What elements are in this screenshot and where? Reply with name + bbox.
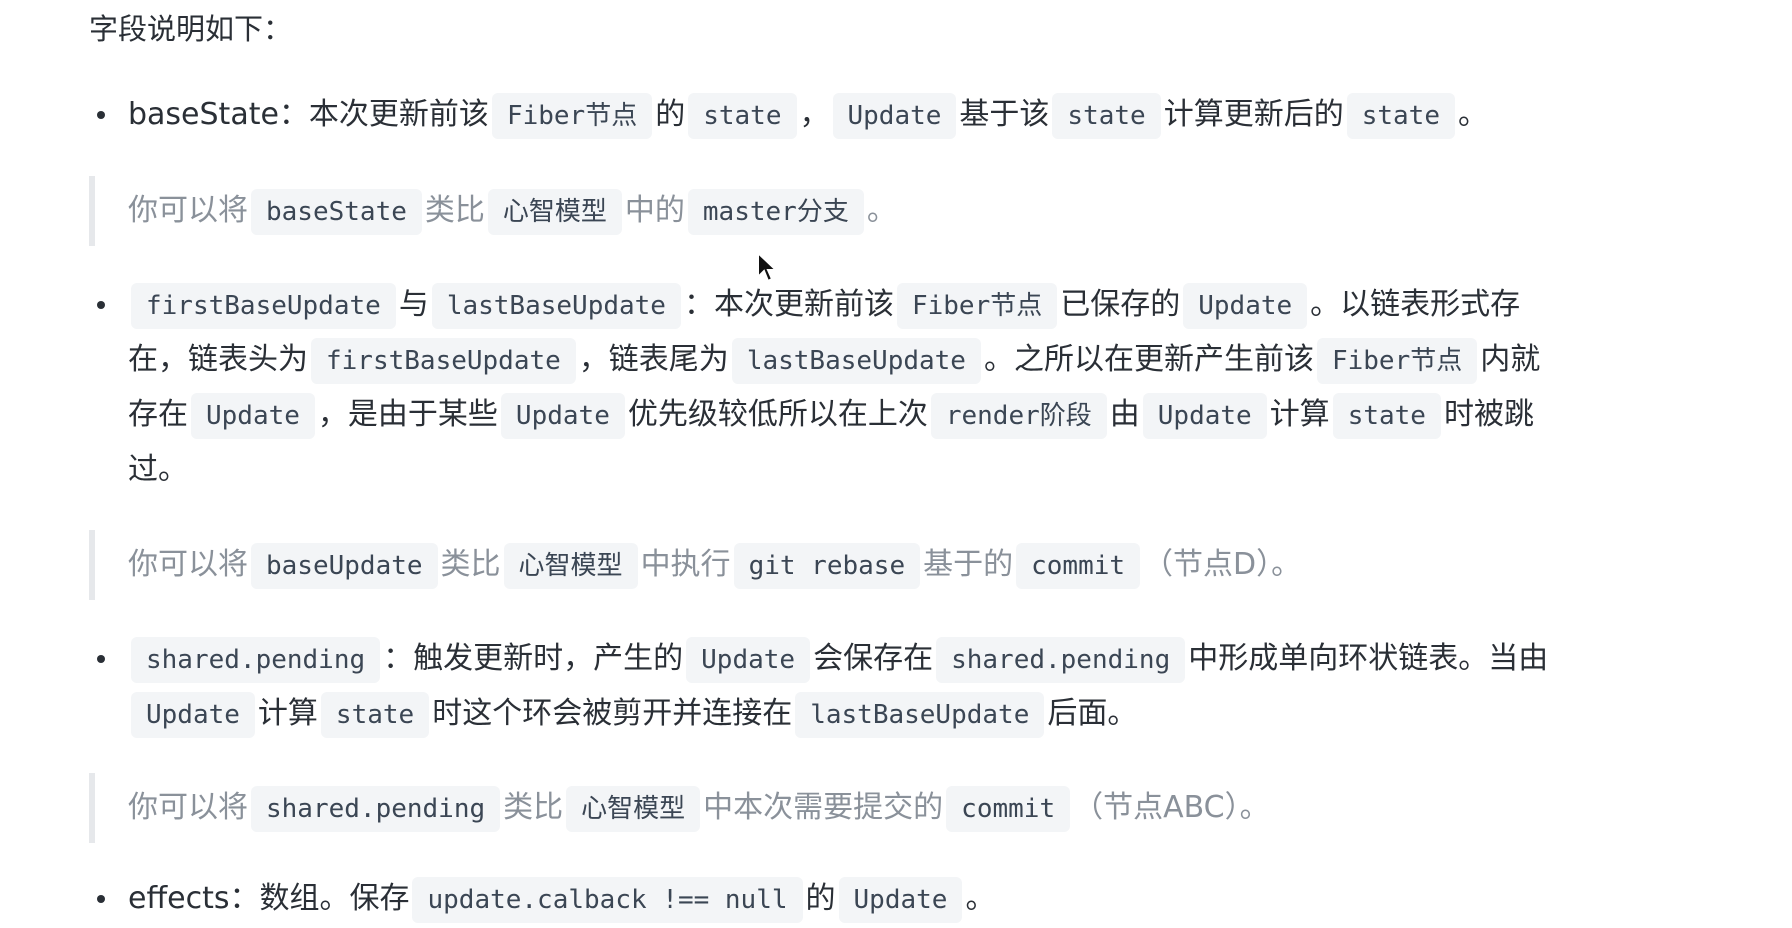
text-run: 优先级较低所以在上次: [627, 397, 928, 432]
text-run: 中形成单向环状链表。当由: [1188, 641, 1549, 676]
text-run: 计算更新后的: [1163, 97, 1344, 132]
text-run: 你可以将: [128, 790, 248, 825]
text-run: 会保存在: [813, 641, 934, 676]
doc-page: 字段说明如下： baseState：本次更新前该 Fiber节点的 state， Up…: [0, 0, 1792, 928]
list-item-effects: effects：数组。保存 update.calback !== null 的 Upd…: [97, 872, 1558, 927]
text-run: 已保存的: [1060, 287, 1181, 322]
text-run: baseState：本次更新前该: [128, 97, 489, 132]
bullet-dot: [97, 895, 105, 903]
inline-code: shared.pending: [936, 637, 1186, 683]
text-run: 计算: [1269, 397, 1330, 432]
text-run: （节点ABC）。: [1073, 790, 1270, 825]
text-run: 类比: [424, 193, 485, 228]
text-run: 类比: [440, 547, 501, 582]
inline-code: shared.pending: [131, 637, 381, 683]
blockquote-shared-pending: 你可以将 shared.pending 类比 心智模型 中本次需要提交的 commit （节…: [89, 773, 1588, 843]
inline-code: baseState: [251, 189, 422, 235]
text-run: 中的: [624, 193, 685, 228]
inline-code: Update: [500, 393, 625, 439]
text-run: 的: [655, 97, 686, 132]
text-run: 与: [398, 287, 429, 322]
inline-code: lastBaseUpdate: [431, 283, 681, 329]
inline-code: Update: [191, 393, 315, 439]
list-item-content: firstBaseUpdate 与 lastBaseUpdate ：本次更新前该 Fib…: [128, 283, 1540, 487]
inline-code: commit: [1016, 543, 1141, 589]
inline-code: Update: [686, 637, 811, 683]
inline-code: state: [688, 93, 797, 139]
text-run: 基于该: [959, 97, 1050, 132]
text-run: 计算: [257, 696, 318, 731]
inline-code: 心智模型: [503, 543, 638, 589]
inline-code: git rebase: [733, 543, 921, 589]
bullet-dot: [97, 301, 105, 309]
inline-code: 心智模型: [566, 786, 701, 832]
inline-code: Fiber节点: [491, 93, 653, 139]
inline-code: Fiber节点: [896, 283, 1058, 329]
inline-code: master分支: [687, 189, 864, 235]
inline-code: state: [1052, 93, 1161, 139]
list-item-basestate: baseState：本次更新前该 Fiber节点的 state， Update 基于该 s…: [97, 88, 1558, 143]
text-run: 。: [1457, 97, 1488, 132]
inline-code: state: [320, 692, 430, 738]
inline-code: Update: [131, 692, 255, 738]
blockquote-basestate: 你可以将 baseState 类比 心智模型 中的 master分支。: [89, 176, 1588, 246]
list-item-content: shared.pending ：触发更新时，产生的 Update 会保存在 shared…: [128, 637, 1549, 738]
inline-code: 心智模型: [487, 189, 622, 235]
text-run: （节点D）。: [1143, 547, 1302, 582]
list-item-content: effects：数组。保存 update.calback !== null 的 Upd…: [128, 877, 996, 923]
text-run: 中执行: [640, 547, 731, 582]
mouse-pointer-icon: [757, 250, 779, 283]
text-run: 基于的: [923, 547, 1014, 582]
text-run: ，链表尾为: [578, 342, 729, 377]
text-run: 你可以将: [128, 193, 248, 228]
quote-content: 你可以将 baseState 类比 心智模型 中的 master分支。: [128, 189, 897, 235]
text-run: ，是由于某些: [317, 397, 498, 432]
inline-code: update.calback !== null: [412, 877, 803, 923]
intro-text: 字段说明如下：: [89, 12, 293, 46]
inline-code: render阶段: [930, 393, 1107, 439]
inline-code: lastBaseUpdate: [795, 692, 1045, 738]
inline-code: baseUpdate: [251, 543, 438, 589]
inline-code: shared.pending: [251, 786, 501, 832]
text-run: ，: [799, 97, 830, 132]
inline-code: state: [1346, 93, 1455, 139]
inline-code: lastBaseUpdate: [731, 338, 981, 384]
inline-code: Update: [1183, 283, 1308, 329]
list-item-shared-pending: shared.pending ：触发更新时，产生的 Update 会保存在 shared…: [97, 632, 1558, 742]
text-run: effects：数组。保存: [128, 881, 410, 916]
text-run: ：触发更新时，产生的: [383, 641, 684, 676]
blockquote-baseupdate: 你可以将 baseUpdate 类比 心智模型 中执行 git rebase 基于的 comm…: [89, 530, 1588, 600]
text-run: ：本次更新前该: [683, 287, 894, 322]
list-item-content: baseState：本次更新前该 Fiber节点的 state， Update 基于该 s…: [128, 93, 1488, 139]
bullet-dot: [97, 111, 105, 119]
quote-content: 你可以将 baseUpdate 类比 心智模型 中执行 git rebase 基于的 comm…: [128, 543, 1302, 589]
list-item-baseupdate: firstBaseUpdate 与 lastBaseUpdate ：本次更新前该 Fib…: [97, 278, 1558, 497]
inline-code: state: [1332, 393, 1441, 439]
quote-content: 你可以将 shared.pending 类比 心智模型 中本次需要提交的 commit （节…: [128, 786, 1270, 832]
inline-code: firstBaseUpdate: [311, 338, 576, 384]
text-run: 后面。: [1047, 696, 1138, 731]
bullet-dot: [97, 655, 105, 663]
text-run: 。之所以在更新产生前该: [983, 342, 1314, 377]
text-run: 中本次需要提交的: [703, 790, 944, 825]
text-run: 类比: [503, 790, 564, 825]
inline-code: firstBaseUpdate: [131, 283, 396, 329]
text-run: 的: [805, 881, 836, 916]
inline-code: commit: [946, 786, 1071, 832]
inline-code: Update: [1142, 393, 1267, 439]
inline-code: Update: [832, 93, 957, 139]
inline-code: Fiber节点: [1316, 338, 1478, 384]
inline-code: Update: [838, 877, 963, 923]
text-run: 你可以将: [128, 547, 248, 582]
text-run: 时这个环会被剪开并连接在: [432, 696, 793, 731]
text-run: 由: [1109, 397, 1140, 432]
text-run: 。: [866, 193, 897, 228]
text-run: 。: [965, 881, 996, 916]
